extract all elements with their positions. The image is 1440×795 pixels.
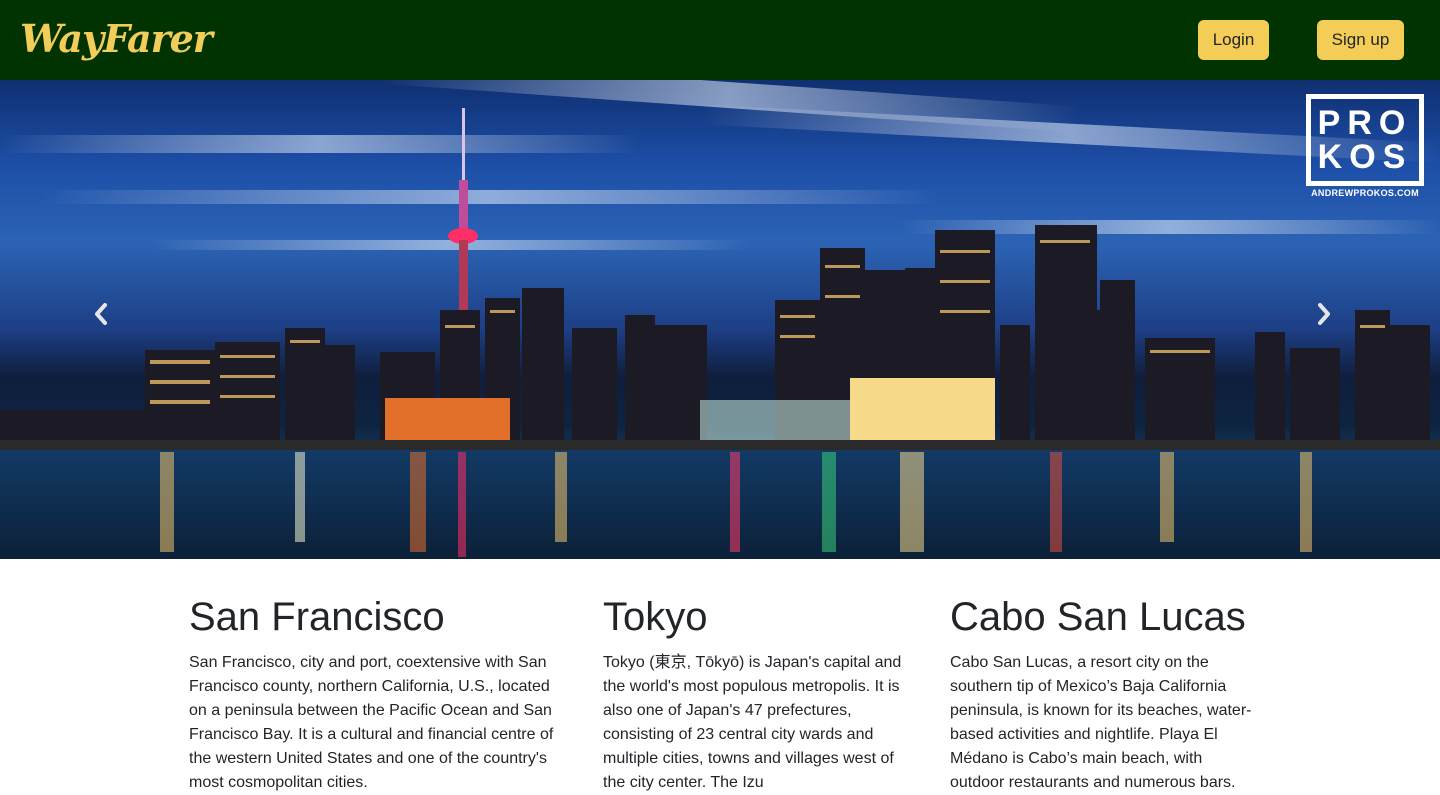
city-description: San Francisco, city and port, coextensiv… [189,654,554,791]
photo-watermark: PRO KOS ANDREWPROKOS.COM [1306,94,1424,198]
signup-button[interactable]: Sign up [1317,20,1404,60]
city-card-san-francisco: San Francisco San Francisco, city and po… [189,595,561,795]
chevron-right-icon [1318,303,1330,325]
watermark-line2: KOS [1317,138,1413,176]
city-card-tokyo: Tokyo Tokyo (東京, Tōkyō) is Japan's capit… [603,595,903,795]
city-description: Tokyo (東京, Tōkyō) is Japan's capital and… [603,654,902,791]
city-cards: San Francisco San Francisco, city and po… [0,559,1440,791]
hero-carousel: PRO KOS ANDREWPROKOS.COM [0,80,1440,559]
city-title[interactable]: Cabo San Lucas [950,595,1255,639]
city-description: Cabo San Lucas, a resort city on the sou… [950,654,1252,791]
city-card-cabo-san-lucas: Cabo San Lucas Cabo San Lucas, a resort … [950,595,1255,795]
watermark-url: ANDREWPROKOS.COM [1311,188,1419,198]
city-title[interactable]: Tokyo [603,595,903,639]
chevron-left-icon [95,303,107,325]
watermark-line1: PRO [1317,104,1413,142]
city-skyline-image [0,80,1440,559]
carousel-prev-button[interactable] [93,303,123,333]
brand-logo[interactable]: WayFarer [20,14,213,64]
city-title[interactable]: San Francisco [189,595,561,639]
carousel-next-button[interactable] [1316,303,1346,333]
navbar: WayFarer Login Sign up [0,0,1440,80]
login-button[interactable]: Login [1198,20,1269,60]
